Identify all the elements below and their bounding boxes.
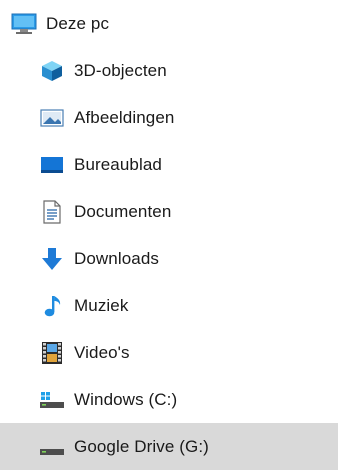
tree-item-label: Documenten [74, 201, 172, 221]
tree-item-3d-objecten[interactable]: 3D-objecten [0, 47, 338, 94]
tree-item-label: Bureaublad [74, 154, 162, 174]
documents-icon [38, 198, 66, 226]
music-icon [38, 292, 66, 320]
tree-item-label: Muziek [74, 295, 129, 315]
tree-item-google-drive-g[interactable]: Google Drive (G:) [0, 423, 338, 470]
tree-item-deze-pc[interactable]: Deze pc [0, 0, 338, 47]
downloads-icon [38, 245, 66, 273]
tree-item-label: Google Drive (G:) [74, 436, 209, 456]
tree-item-label: Afbeeldingen [74, 107, 175, 127]
videos-icon [38, 339, 66, 367]
tree-item-downloads[interactable]: Downloads [0, 235, 338, 282]
tree-item-bureaublad[interactable]: Bureaublad [0, 141, 338, 188]
windows-drive-icon [38, 386, 66, 414]
tree-item-afbeeldingen[interactable]: Afbeeldingen [0, 94, 338, 141]
desktop-icon [38, 151, 66, 179]
computer-icon [10, 10, 38, 38]
tree-item-label: Video's [74, 342, 130, 362]
tree-item-label: Windows (C:) [74, 389, 178, 409]
tree-item-documenten[interactable]: Documenten [0, 188, 338, 235]
pictures-icon [38, 104, 66, 132]
drive-icon [38, 433, 66, 461]
tree-item-label: Downloads [74, 248, 160, 268]
tree-item-label: 3D-objecten [74, 60, 167, 80]
tree-item-windows-c[interactable]: Windows (C:) [0, 376, 338, 423]
3d-objects-icon [38, 57, 66, 85]
tree-item-videos[interactable]: Video's [0, 329, 338, 376]
tree-item-muziek[interactable]: Muziek [0, 282, 338, 329]
navigation-tree: Deze pc 3D-objecten Afbeeldingen Bureaub… [0, 0, 338, 475]
tree-item-label: Deze pc [46, 13, 110, 33]
